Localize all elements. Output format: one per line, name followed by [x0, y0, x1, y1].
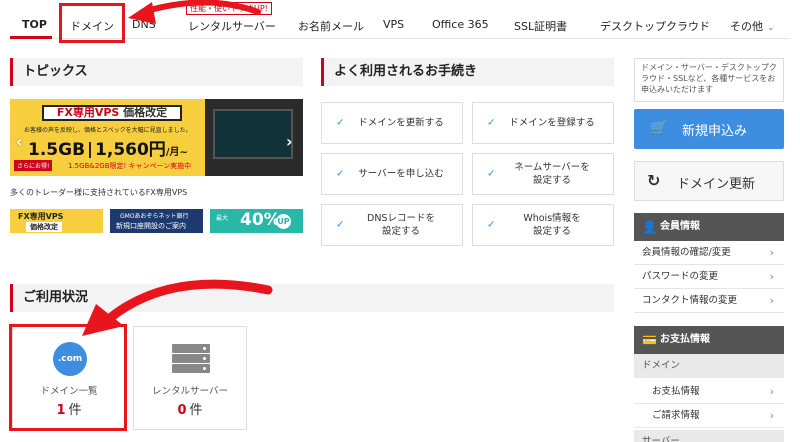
annotation-arrowhead-top — [128, 2, 156, 24]
annotation-arrow-top — [147, 0, 261, 15]
annotation-arrows — [82, 0, 273, 336]
annotation-arrow-main — [105, 279, 273, 323]
